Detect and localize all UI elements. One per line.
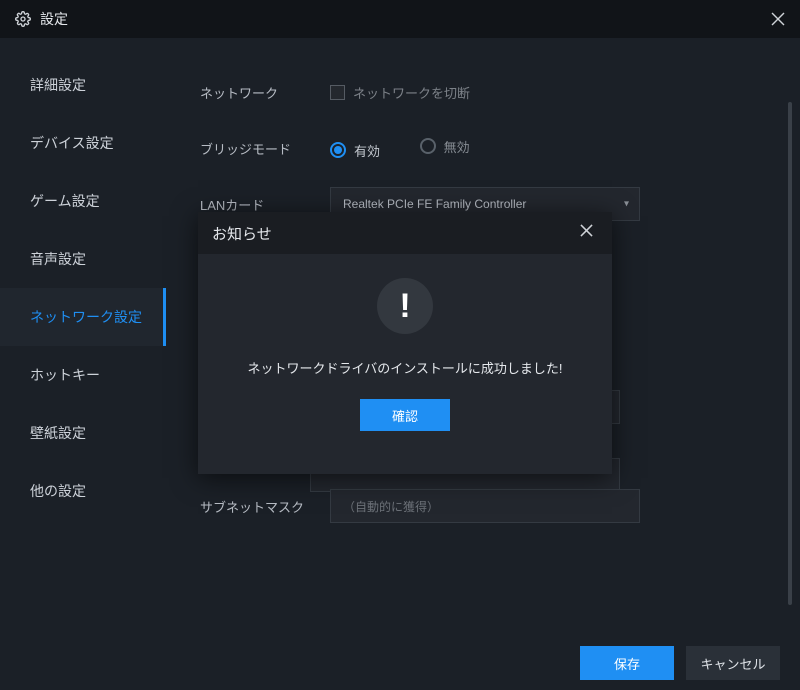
sidebar-item-game[interactable]: ゲーム設定 [0, 172, 166, 230]
bridge-disabled-radio[interactable]: 無効 [420, 137, 470, 156]
radio-label: 無効 [444, 137, 470, 156]
radio-icon [330, 142, 346, 158]
sidebar-item-label: ホットキー [30, 365, 100, 385]
modal-body: ! ネットワークドライバのインストールに成功しました! 確認 [198, 254, 612, 431]
info-icon: ! [377, 278, 433, 334]
sidebar-item-network[interactable]: ネットワーク設定 [0, 288, 166, 346]
sidebar-item-label: ゲーム設定 [30, 191, 100, 211]
settings-icon [14, 10, 32, 28]
sidebar-item-label: 他の設定 [30, 481, 86, 501]
save-button[interactable]: 保存 [580, 646, 674, 680]
checkbox-icon [330, 85, 345, 100]
chevron-down-icon: ▾ [624, 199, 629, 210]
sidebar-item-other[interactable]: 他の設定 [0, 462, 166, 520]
window-close-button[interactable] [756, 0, 800, 38]
subnet-label: サブネットマスク [200, 497, 330, 516]
bridge-mode-label: ブリッジモード [200, 139, 330, 158]
button-label: 確認 [392, 406, 418, 425]
sidebar-item-label: デバイス設定 [30, 133, 114, 153]
checkbox-label: ネットワークを切断 [353, 83, 470, 102]
lan-card-label: LANカード [200, 195, 330, 214]
titlebar: 設定 [0, 0, 800, 38]
modal-title: お知らせ [212, 223, 272, 244]
sidebar-item-label: 詳細設定 [30, 75, 86, 95]
radio-label: 有効 [354, 141, 380, 160]
subnet-input[interactable]: （自動的に獲得） [330, 489, 640, 523]
window-title: 設定 [40, 9, 68, 29]
button-label: キャンセル [700, 654, 765, 673]
sidebar-item-device[interactable]: デバイス設定 [0, 114, 166, 172]
network-label: ネットワーク [200, 83, 330, 102]
modal-header: お知らせ [198, 212, 612, 254]
notification-modal: お知らせ ! ネットワークドライバのインストールに成功しました! 確認 [198, 212, 612, 474]
input-placeholder: （自動的に獲得） [343, 498, 439, 515]
sidebar-item-hotkey[interactable]: ホットキー [0, 346, 166, 404]
button-label: 保存 [614, 654, 640, 673]
sidebar-item-label: 音声設定 [30, 249, 86, 269]
disconnect-checkbox[interactable]: ネットワークを切断 [330, 83, 470, 102]
cancel-button[interactable]: キャンセル [686, 646, 780, 680]
modal-confirm-button[interactable]: 確認 [360, 399, 450, 431]
sidebar-item-label: 壁紙設定 [30, 423, 86, 443]
sidebar-item-advanced[interactable]: 詳細設定 [0, 56, 166, 114]
bottom-bar: 保存 キャンセル [0, 635, 800, 690]
modal-message: ネットワークドライバのインストールに成功しました! [247, 358, 562, 377]
modal-close-button[interactable] [574, 224, 598, 242]
radio-icon [420, 138, 436, 154]
sidebar: 詳細設定 デバイス設定 ゲーム設定 音声設定 ネットワーク設定 ホットキー 壁紙… [0, 38, 166, 635]
sidebar-item-audio[interactable]: 音声設定 [0, 230, 166, 288]
sidebar-item-wallpaper[interactable]: 壁紙設定 [0, 404, 166, 462]
row-bridge-mode: ブリッジモード 有効 無効 [200, 120, 768, 176]
row-network: ネットワーク ネットワークを切断 [200, 64, 768, 120]
scrollbar[interactable] [788, 102, 792, 605]
select-value: Realtek PCIe FE Family Controller [343, 197, 526, 211]
bridge-enabled-radio[interactable]: 有効 [330, 141, 380, 160]
sidebar-item-label: ネットワーク設定 [30, 307, 142, 327]
